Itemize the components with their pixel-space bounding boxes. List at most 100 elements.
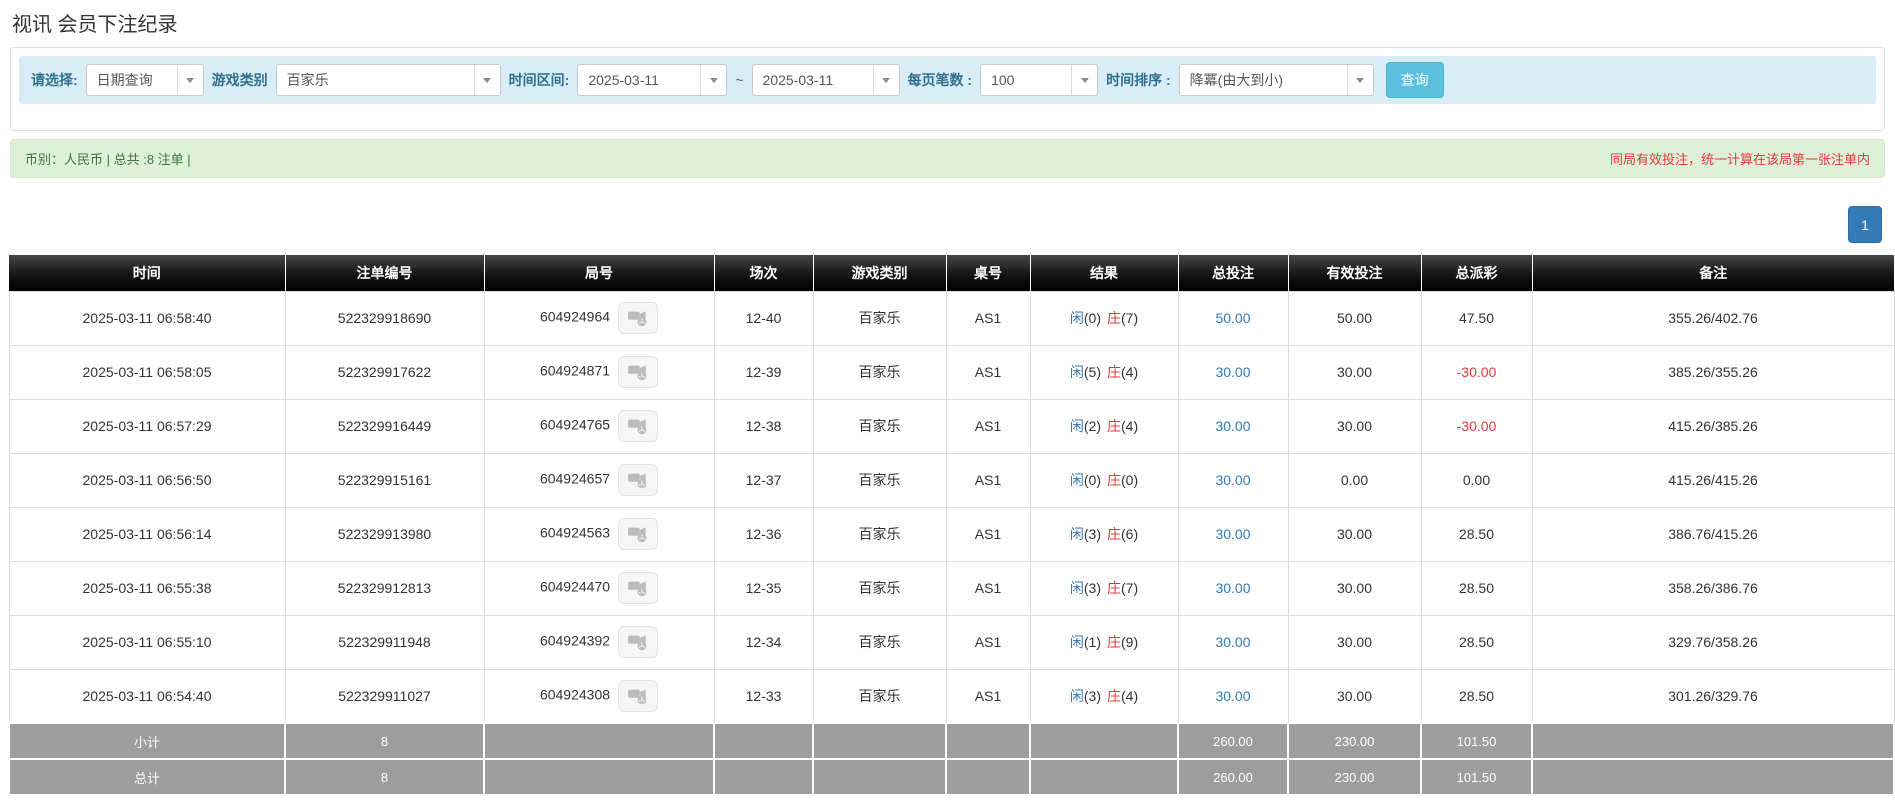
total-bet-cell: 30.00 [1177,668,1289,724]
payout-cell: 28.50 [1420,560,1533,616]
table-no-cell: AS1 [945,452,1031,508]
valid-bet-cell: 30.00 [1287,506,1422,562]
grand-total-valid-bet: 230.00 [1287,758,1422,796]
pagination: 1 [0,206,1882,243]
round-id-value: 604924964 [539,308,611,325]
table-row: 2025-03-11 06:54:40 522329911027 6049243… [8,668,1895,724]
table-no-cell: AS1 [945,290,1031,346]
bet-id-cell: 522329911027 [284,668,485,724]
remark-cell: 301.26/329.76 [1531,668,1895,724]
result-player-count: (3) [1083,526,1101,542]
currency-total-text: 币别：人民币 | 总共 :8 注单 | [25,152,191,167]
time-cell: 2025-03-11 06:55:38 [8,560,286,616]
video-replay-button[interactable] [618,626,659,658]
table-no-cell: AS1 [945,398,1031,454]
valid-bet-cell: 50.00 [1287,290,1422,346]
total-bet-link[interactable]: 50.00 [1215,310,1250,326]
total-bet-link[interactable]: 30.00 [1215,472,1250,488]
total-bet-link[interactable]: 30.00 [1215,634,1250,650]
table-row: 2025-03-11 06:58:05 522329917622 6049248… [8,344,1895,400]
bet-id-cell: 522329912813 [284,560,485,616]
query-type-select[interactable]: 日期查询 [85,64,204,96]
remark-cell: 355.26/402.76 [1531,290,1895,346]
table-row: 2025-03-11 06:58:40 522329918690 6049249… [8,290,1895,346]
chevron-down-icon [872,65,899,95]
video-camera-icon [628,527,647,543]
game-type-select[interactable]: 百家乐 [275,64,501,96]
result-cell: 闲(2) 庄(4) [1029,398,1179,454]
total-bet-cell: 30.00 [1177,452,1289,508]
result-cell: 闲(3) 庄(6) [1029,506,1179,562]
filter-bar: 请选择: 日期查询 游戏类别 百家乐 时间区间: 2025-03-11 ~ 20… [19,56,1876,104]
page-size-label: 每页笔数 : [907,72,973,88]
bet-id-cell: 522329917622 [284,344,485,400]
total-bet-cell: 50.00 [1177,290,1289,346]
subtotal-label: 小计 [8,722,286,760]
time-cell: 2025-03-11 06:58:40 [8,290,286,346]
table-no-cell: AS1 [945,614,1031,670]
result-player-label: 闲 [1069,364,1084,380]
video-camera-icon [628,365,647,381]
total-bet-cell: 30.00 [1177,614,1289,670]
query-button[interactable]: 查询 [1385,62,1444,98]
session-cell: 12-35 [713,560,814,616]
result-cell: 闲(0) 庄(7) [1029,290,1179,346]
page-1-button[interactable]: 1 [1848,206,1882,243]
date-separator: ~ [735,72,744,88]
game-type-label: 游戏类别 [211,72,268,88]
video-replay-button[interactable] [618,410,659,442]
round-id-cell: 604924871 [483,344,715,400]
video-replay-button[interactable] [618,572,659,604]
time-cell: 2025-03-11 06:58:05 [8,344,286,400]
video-camera-icon [628,635,647,651]
result-cell: 闲(5) 庄(4) [1029,344,1179,400]
video-replay-button[interactable] [618,518,659,550]
total-bet-cell: 30.00 [1177,560,1289,616]
header-valid-bet: 有效投注 [1288,255,1422,291]
result-player-count: (1) [1083,634,1101,650]
subtotal-payout: 101.50 [1420,722,1533,760]
grand-total-total-bet: 260.00 [1177,758,1289,796]
date-from-value: 2025-03-11 [588,72,659,88]
table-no-cell: AS1 [945,668,1031,724]
total-bet-link[interactable]: 30.00 [1215,526,1250,542]
total-bet-link[interactable]: 30.00 [1215,364,1250,380]
summary-bar: 币别：人民币 | 总共 :8 注单 | 同局有效投注，统一计算在该局第一张注单内 [10,139,1885,178]
result-banker-count: (7) [1121,580,1139,596]
video-replay-button[interactable] [618,302,659,334]
round-id-cell: 604924657 [483,452,715,508]
result-banker-count: (7) [1121,310,1139,326]
result-banker-count: (6) [1121,526,1139,542]
remark-cell: 386.76/415.26 [1531,506,1895,562]
total-bet-link[interactable]: 30.00 [1215,418,1250,434]
result-banker-label: 庄 [1107,364,1121,380]
video-replay-button[interactable] [618,679,659,712]
round-id-cell: 604924765 [483,398,715,454]
game-type-cell: 百家乐 [812,668,947,724]
result-banker-count: (4) [1121,418,1139,434]
date-to-select[interactable]: 2025-03-11 [751,64,900,96]
date-from-select[interactable]: 2025-03-11 [577,64,728,96]
round-id-cell: 604924470 [483,560,715,616]
table-row: 2025-03-11 06:55:38 522329912813 6049244… [8,560,1895,616]
date-to-value: 2025-03-11 [762,72,834,88]
result-banker-label: 庄 [1107,580,1121,596]
result-cell: 闲(0) 庄(0) [1029,452,1179,508]
table-row: 2025-03-11 06:55:10 522329911948 6049243… [8,614,1895,670]
total-bet-link[interactable]: 30.00 [1215,580,1250,596]
result-player-label: 闲 [1069,634,1084,650]
video-camera-icon [628,311,647,327]
session-cell: 12-38 [713,398,814,454]
video-replay-button[interactable] [618,356,659,388]
table-no-cell: AS1 [945,344,1031,400]
grand-total-label: 总计 [8,758,286,796]
chevron-down-icon [700,65,726,95]
video-replay-button[interactable] [618,464,659,496]
sort-order-select[interactable]: 降冪(由大到小) [1178,64,1374,96]
video-camera-icon [628,689,647,705]
round-id-value: 604924765 [539,416,611,433]
total-bet-link[interactable]: 30.00 [1215,688,1250,704]
page-title: 视讯 会员下注纪录 [12,14,178,36]
page-size-select[interactable]: 100 [980,64,1099,96]
subtotal-valid-bet: 230.00 [1287,722,1422,760]
